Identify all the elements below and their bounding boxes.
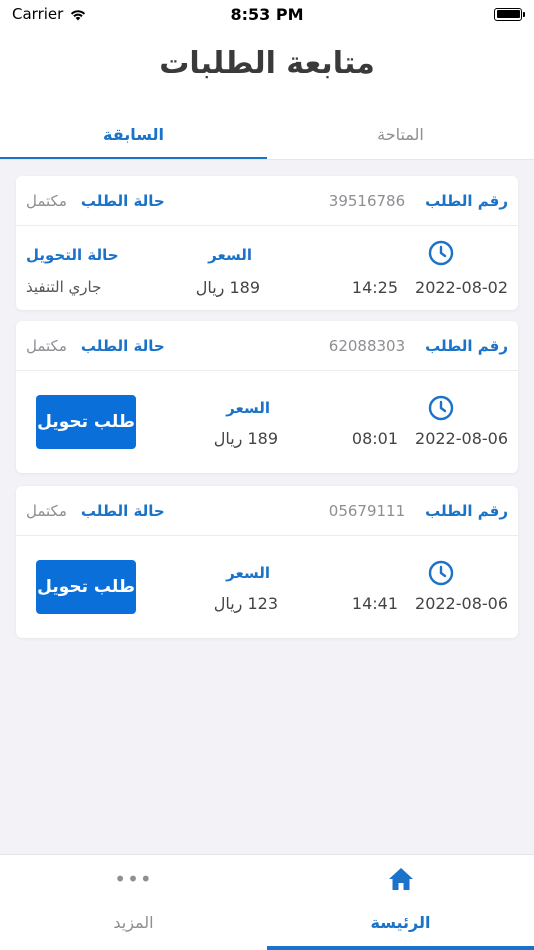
order-number-value: 39516786 <box>328 191 406 210</box>
wifi-icon <box>71 9 86 20</box>
order-card-body: 2022-08-02 14:25 السعر 189 ريال حالة الت… <box>16 226 518 310</box>
order-date: 2022-08-06 <box>415 429 508 448</box>
order-time: 14:41 <box>351 594 398 613</box>
order-number-label: رقم الطلب <box>425 191 508 210</box>
order-card-body: 2022-08-06 08:01 السعر 189 ريال طلب تحوي… <box>16 371 518 473</box>
order-status-value: مكتمل <box>26 501 67 520</box>
order-card-header: رقم الطلب 39516786 حالة الطلب مكتمل <box>16 176 518 226</box>
clock-icon <box>428 560 454 586</box>
transfer-status-label: حالة التحويل <box>26 246 119 264</box>
order-status-value: مكتمل <box>26 336 67 355</box>
order-card[interactable]: رقم الطلب 05679111 حالة الطلب مكتمل 2022… <box>16 486 518 638</box>
order-date: 2022-08-06 <box>415 594 508 613</box>
price-value: 189 ريال <box>195 278 260 297</box>
transfer-request-button[interactable]: طلب تحويل <box>36 560 136 614</box>
nav-item-home[interactable]: الرئيسة <box>267 855 534 950</box>
price-label: السعر <box>226 399 270 417</box>
nav-label-home: الرئيسة <box>370 913 431 932</box>
price-value: 123 ريال <box>213 594 278 613</box>
order-status-value: مكتمل <box>26 191 67 210</box>
price-label: السعر <box>208 246 252 264</box>
price-label: السعر <box>226 564 270 582</box>
order-card-body: 2022-08-06 14:41 السعر 123 ريال طلب تحوي… <box>16 536 518 638</box>
order-number-label: رقم الطلب <box>425 336 508 355</box>
order-card-header: رقم الطلب 62088303 حالة الطلب مكتمل <box>16 321 518 371</box>
order-number-label: رقم الطلب <box>425 501 508 520</box>
order-number-value: 62088303 <box>328 336 406 355</box>
order-status-label: حالة الطلب <box>80 501 165 520</box>
header: متابعة الطلبات السابقة المتاحة <box>0 28 534 160</box>
clock-icon <box>428 240 454 266</box>
order-date: 2022-08-02 <box>415 278 508 297</box>
bottom-nav: ••• المزيد الرئيسة <box>0 854 534 950</box>
tab-available[interactable]: المتاحة <box>267 108 534 160</box>
more-dots-icon: ••• <box>114 867 153 891</box>
page-title: متابعة الطلبات <box>159 46 375 81</box>
order-card[interactable]: رقم الطلب 39516786 حالة الطلب مكتمل 2022… <box>16 176 518 310</box>
tab-previous[interactable]: السابقة <box>0 108 267 160</box>
order-card-header: رقم الطلب 05679111 حالة الطلب مكتمل <box>16 486 518 536</box>
tab-bar: السابقة المتاحة <box>0 108 534 160</box>
status-bar: Carrier 8:53 PM <box>0 0 534 28</box>
battery-icon <box>494 7 525 21</box>
price-value: 189 ريال <box>213 429 278 448</box>
home-icon <box>388 867 414 891</box>
carrier-group: Carrier <box>12 5 87 23</box>
order-status-label: حالة الطلب <box>80 336 165 355</box>
carrier-label: Carrier <box>12 5 64 23</box>
nav-label-more: المزيد <box>113 913 154 932</box>
header-divider <box>0 159 534 160</box>
order-time: 14:25 <box>351 278 398 297</box>
clock-icon <box>428 395 454 421</box>
transfer-request-button[interactable]: طلب تحويل <box>36 395 136 449</box>
order-status-label: حالة الطلب <box>80 191 165 210</box>
order-card[interactable]: رقم الطلب 62088303 حالة الطلب مكتمل 2022… <box>16 321 518 473</box>
nav-item-more[interactable]: ••• المزيد <box>0 855 267 950</box>
order-time: 08:01 <box>351 429 398 448</box>
order-number-value: 05679111 <box>328 501 406 520</box>
transfer-status-value: جاري التنفيذ <box>26 278 102 296</box>
